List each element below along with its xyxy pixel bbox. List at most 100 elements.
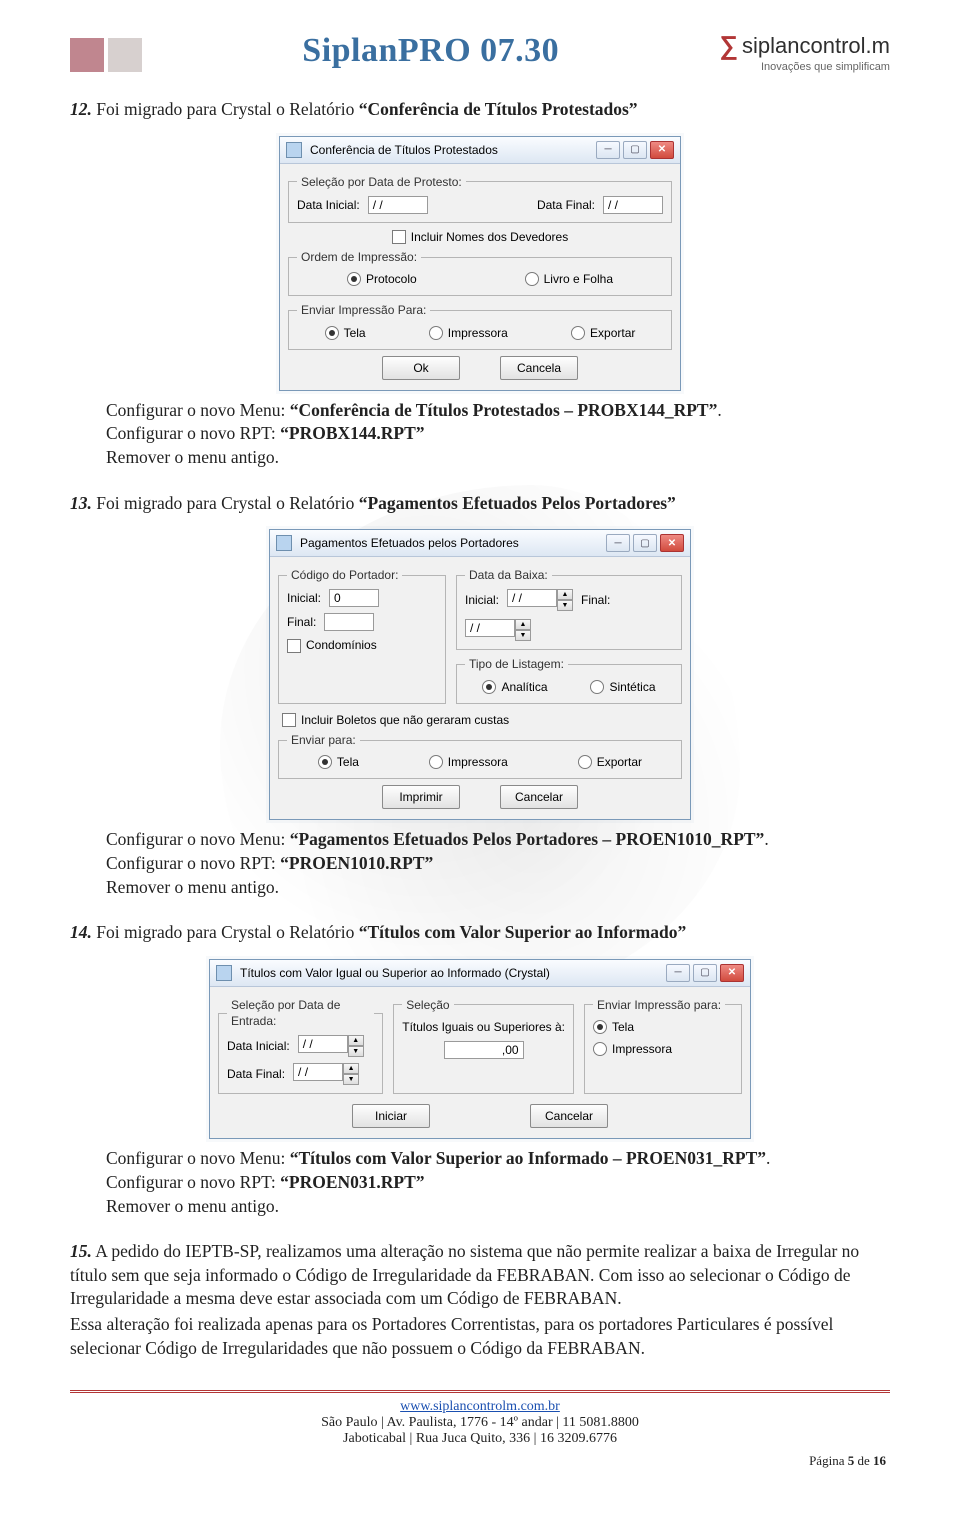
item-15: 15. A pedido do IEPTB-SP, realizamos uma… [70,1240,890,1360]
group-legend: Enviar para: [287,732,360,748]
minimize-button[interactable]: ─ [596,141,620,159]
item-num: 14. [70,922,92,942]
group-data-entrada: Seleção por Data de Entrada: Data Inicia… [218,997,383,1094]
input-data-final[interactable]: / / [603,196,663,214]
group-legend: Tipo de Listagem: [465,656,568,672]
logo-square-red [70,38,104,72]
label-data-final: Data Final: [227,1066,285,1082]
item-text-bold: “Pagamentos Efetuados Pelos Portadores” [359,493,676,513]
print-button[interactable]: Imprimir [382,785,460,809]
input-valor[interactable]: ,00 [444,1041,524,1059]
maximize-button[interactable]: ▢ [623,141,647,159]
dialog-titulos-valor: Títulos com Valor Igual ou Superior ao I… [209,959,751,1139]
group-selecao: Seleção Títulos Iguais ou Superiores à: … [393,997,574,1094]
minimize-button[interactable]: ─ [666,964,690,982]
item-text: Foi migrado para Crystal o Relatório [96,99,358,119]
item-text: Foi migrado para Crystal o Relatório [96,922,358,942]
cancel-button[interactable]: Cancelar [530,1104,608,1128]
checkbox-condominios[interactable]: Condomínios [287,637,377,653]
footer-url[interactable]: www.siplancontrolm.com.br [400,1399,560,1414]
dialog-titlebar: Títulos com Valor Igual ou Superior ao I… [210,960,750,987]
page-footer: www.siplancontrolm.com.br São Paulo | Av… [70,1390,890,1469]
group-legend: Data da Baixa: [465,567,552,583]
input-codigo-inicial[interactable]: 0 [329,589,379,607]
close-button[interactable]: ✕ [720,964,744,982]
radio-exportar[interactable]: Exportar [571,325,635,341]
close-button[interactable]: ✕ [660,534,684,552]
input-data-final[interactable]: / /▲▼ [465,619,531,641]
radio-analitica[interactable]: Analítica [482,679,547,695]
radio-tela[interactable]: Tela [593,1019,634,1035]
dialog-titlebar: Pagamentos Efetuados pelos Portadores ─ … [270,530,690,557]
radio-exportar[interactable]: Exportar [578,754,642,770]
item-14: 14. Foi migrado para Crystal o Relatório… [70,921,890,945]
checkbox-incluir-nomes[interactable]: Incluir Nomes dos Devedores [392,229,568,245]
item-num: 13. [70,493,92,513]
maximize-button[interactable]: ▢ [693,964,717,982]
label-inicial: Inicial: [287,590,321,606]
logo-left [70,30,142,76]
sigma-icon: ∑ [719,30,738,61]
input-data-inicial[interactable]: / / [368,196,428,214]
radio-protocolo[interactable]: Protocolo [347,271,417,287]
radio-impressora[interactable]: Impressora [429,754,508,770]
page-title: SiplanPRO 07.30 [302,32,559,70]
radio-tela[interactable]: Tela [318,754,359,770]
group-legend: Enviar Impressão Para: [297,302,430,318]
group-tipo-listagem: Tipo de Listagem: Analítica Sintética [456,656,682,703]
minimize-button[interactable]: ─ [606,534,630,552]
dialog-icon [286,142,302,158]
input-codigo-final[interactable] [324,613,374,631]
checkbox-incluir-boletos[interactable]: Incluir Boletos que não geraram custas [282,712,509,728]
group-enviar-para: Enviar Impressão Para: Tela Impressora E… [288,302,672,349]
label-final: Final: [287,614,316,630]
page-number: Página 5 de 16 [70,1453,890,1469]
group-data-baixa: Data da Baixa: Inicial: / /▲▼ Final: / /… [456,567,682,650]
item-12: 12. Foi migrado para Crystal o Relatório… [70,98,890,122]
dialog-title: Pagamentos Efetuados pelos Portadores [300,535,519,551]
group-ordem-impressao: Ordem de Impressão: Protocolo Livro e Fo… [288,249,672,296]
group-legend: Seleção [402,997,453,1013]
item-13: 13. Foi migrado para Crystal o Relatório… [70,492,890,516]
footer-line1: São Paulo | Av. Paulista, 1776 - 14º and… [70,1415,890,1431]
radio-impressora[interactable]: Impressora [593,1041,672,1057]
item-15-p2: Essa alteração foi realizada apenas para… [70,1313,890,1360]
radio-sintetica[interactable]: Sintética [590,679,655,695]
dialog-icon [276,535,292,551]
radio-impressora[interactable]: Impressora [429,325,508,341]
brand-name: siplancontrol.m [742,33,890,59]
dialog-titlebar: Conferência de Títulos Protestados ─ ▢ ✕ [280,137,680,164]
input-data-inicial[interactable]: / /▲▼ [298,1035,364,1057]
radio-livro-folha[interactable]: Livro e Folha [525,271,613,287]
maximize-button[interactable]: ▢ [633,534,657,552]
page-header: SiplanPRO 07.30 ∑ siplancontrol.m Inovaç… [70,30,890,76]
cancel-button[interactable]: Cancela [500,356,578,380]
label-data-inicial: Data Inicial: [227,1038,290,1054]
input-data-final[interactable]: / /▲▼ [293,1063,359,1085]
radio-tela[interactable]: Tela [325,325,366,341]
group-codigo-portador: Código do Portador: Inicial: 0 Final: Co… [278,567,446,704]
label-data-final: Data Final: [537,197,595,213]
item-15-p1: A pedido do IEPTB-SP, realizamos uma alt… [70,1241,859,1308]
cancel-button[interactable]: Cancelar [500,785,578,809]
logo-right: ∑ siplancontrol.m Inovações que simplifi… [719,30,890,73]
item-12-config: Configurar o novo Menu: “Conferência de … [106,399,890,470]
group-data-protesto: Seleção por Data de Protesto: Data Inici… [288,174,672,223]
item-13-config: Configurar o novo Menu: “Pagamentos Efet… [106,828,890,899]
label-data-inicial: Data Inicial: [297,197,360,213]
item-text: Foi migrado para Crystal o Relatório [96,493,358,513]
item-text-bold: “Títulos com Valor Superior ao Informado… [359,922,687,942]
item-num: 15. [70,1241,92,1261]
dialog-icon [216,965,232,981]
dialog-title: Conferência de Títulos Protestados [310,142,498,158]
input-data-inicial[interactable]: / /▲▼ [507,589,573,611]
group-enviar-para: Enviar Impressão para: Tela Impressora [584,997,742,1094]
group-legend: Enviar Impressão para: [593,997,725,1013]
ok-button[interactable]: Ok [382,356,460,380]
close-button[interactable]: ✕ [650,141,674,159]
footer-line2: Jaboticabal | Rua Juca Quito, 336 | 16 3… [70,1431,890,1447]
group-legend: Seleção por Data de Protesto: [297,174,466,190]
start-button[interactable]: Iniciar [352,1104,430,1128]
label-titulos-superiores: Títulos Iguais ou Superiores à: [402,1019,565,1035]
group-enviar-para: Enviar para: Tela Impressora Exportar [278,732,682,779]
